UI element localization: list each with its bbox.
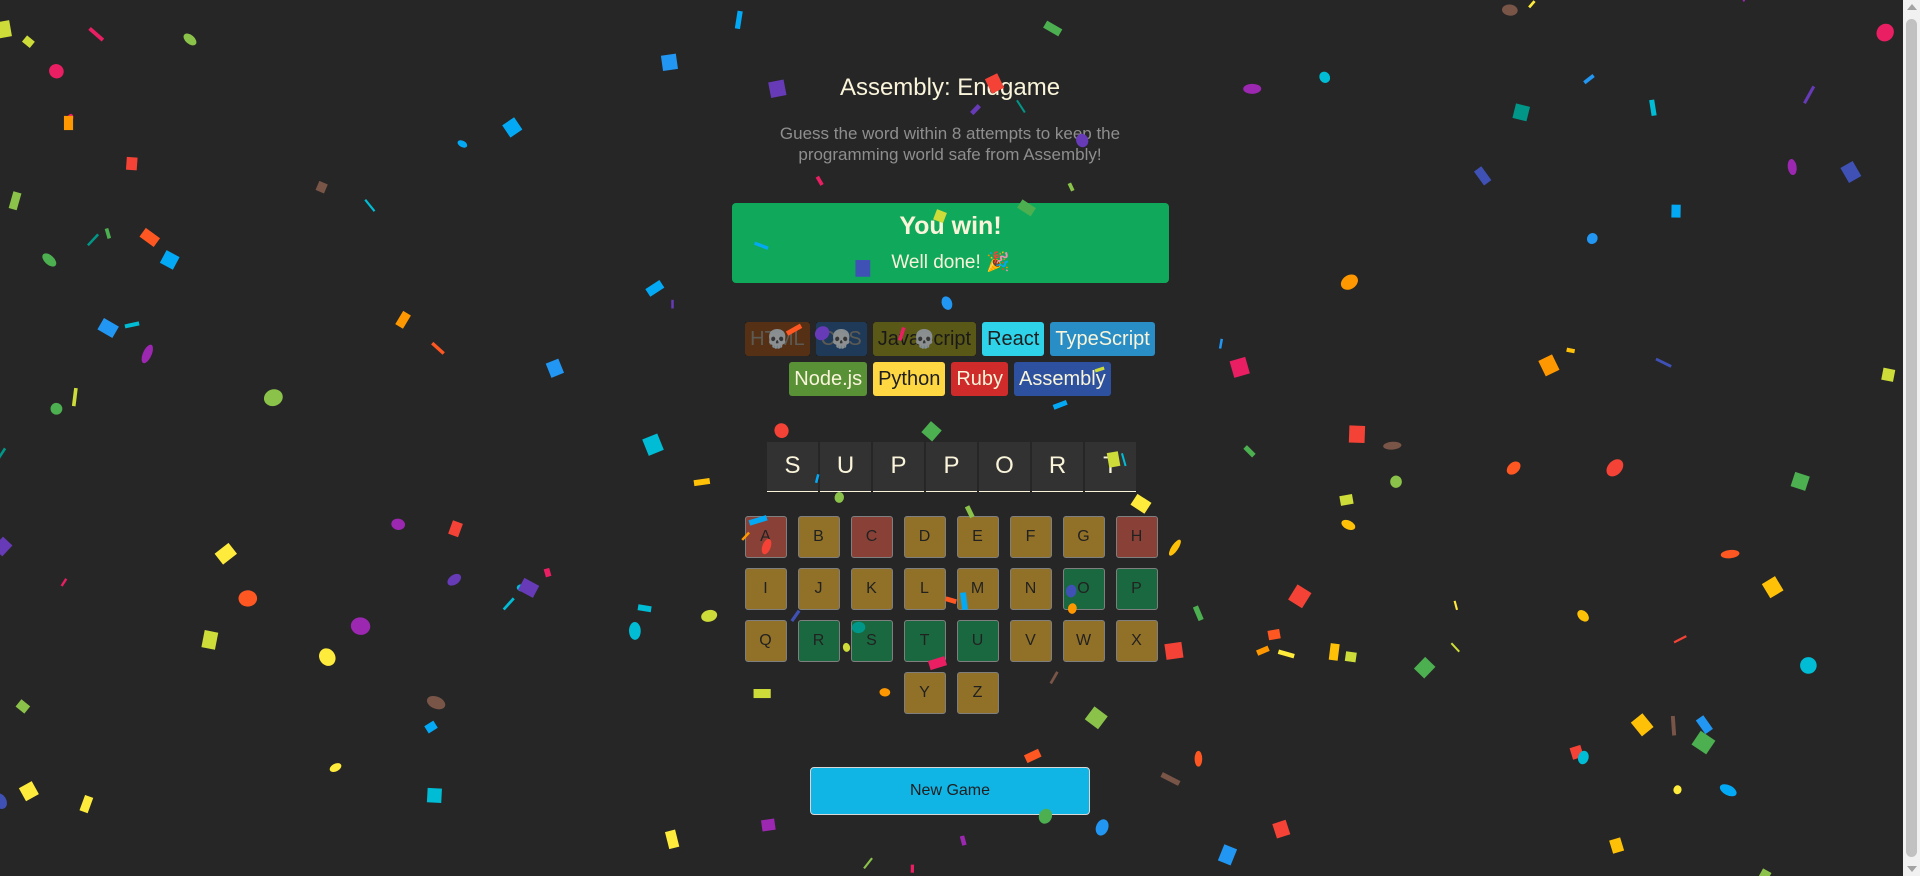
key-s[interactable]: S xyxy=(850,620,893,662)
word-letter: P xyxy=(873,442,924,492)
key-v[interactable]: V xyxy=(1009,620,1052,662)
key-g[interactable]: G xyxy=(1062,516,1105,558)
vertical-scrollbar[interactable] xyxy=(1903,0,1920,876)
key-r[interactable]: R xyxy=(797,620,840,662)
key-n[interactable]: N xyxy=(1009,568,1052,610)
language-chip: CSS 💀 xyxy=(815,322,867,356)
key-z[interactable]: Z xyxy=(956,672,999,714)
skull-icon: 💀 xyxy=(872,322,977,356)
language-chip: TypeScript xyxy=(1050,322,1155,356)
scroll-down-arrow-icon[interactable] xyxy=(1907,866,1917,872)
word-letter: T xyxy=(1085,442,1136,492)
language-chip: Ruby xyxy=(951,362,1009,396)
key-w[interactable]: W xyxy=(1062,620,1105,662)
language-chip-label: Node.js xyxy=(794,368,863,390)
language-chip-label: Ruby xyxy=(956,368,1004,390)
word-letter: U xyxy=(820,442,871,492)
word-letter: P xyxy=(926,442,977,492)
game-status-banner: You win! Well done! 🎉 xyxy=(732,203,1169,283)
language-chip-label: React xyxy=(987,328,1040,350)
scroll-up-arrow-icon[interactable] xyxy=(1907,4,1917,10)
key-t[interactable]: T xyxy=(903,620,946,662)
status-message: Well done! 🎉 xyxy=(891,252,1010,273)
keyboard: ABCDEFGH IJKLMNOP QRSTUVWX YZ xyxy=(738,516,1164,714)
key-b[interactable]: B xyxy=(797,516,840,558)
key-a[interactable]: A xyxy=(744,516,787,558)
language-chip: JavaScript 💀 xyxy=(872,322,977,356)
language-chip-label: Python xyxy=(878,368,941,390)
word-letter: S xyxy=(767,442,818,492)
key-h[interactable]: H xyxy=(1115,516,1158,558)
page-subtitle: Guess the word within 8 attempts to keep… xyxy=(779,124,1121,164)
key-j[interactable]: J xyxy=(797,568,840,610)
new-game-button[interactable]: New Game xyxy=(810,767,1090,815)
language-chip: HTML 💀 xyxy=(745,322,810,356)
language-chips: HTML 💀 CSS 💀 JavaScript 💀 React TypeScript Node.… xyxy=(720,322,1180,396)
skull-icon: 💀 xyxy=(815,322,867,356)
scrollbar-thumb[interactable] xyxy=(1906,19,1917,857)
skull-icon: 💀 xyxy=(745,322,810,356)
key-d[interactable]: D xyxy=(903,516,946,558)
key-c[interactable]: C xyxy=(850,516,893,558)
key-l[interactable]: L xyxy=(903,568,946,610)
language-chip-label: TypeScript xyxy=(1055,328,1150,350)
word-letter: O xyxy=(979,442,1030,492)
key-e[interactable]: E xyxy=(956,516,999,558)
key-q[interactable]: Q xyxy=(744,620,787,662)
key-o[interactable]: O xyxy=(1062,568,1105,610)
key-y[interactable]: Y xyxy=(903,672,946,714)
language-chip: Python xyxy=(873,362,946,396)
page-title: Assembly: Endgame xyxy=(839,74,1061,101)
game-page: Assembly: Endgame Guess the word within … xyxy=(0,0,1900,876)
key-x[interactable]: X xyxy=(1115,620,1158,662)
key-p[interactable]: P xyxy=(1115,568,1158,610)
word-display: SUPPORT xyxy=(767,442,1136,492)
language-chip: Assembly xyxy=(1014,362,1111,396)
key-i[interactable]: I xyxy=(744,568,787,610)
status-heading: You win! xyxy=(899,212,1002,240)
key-m[interactable]: M xyxy=(956,568,999,610)
language-chip: React xyxy=(982,322,1045,356)
key-f[interactable]: F xyxy=(1009,516,1052,558)
word-letter: R xyxy=(1032,442,1083,492)
language-chip-label: Assembly xyxy=(1019,368,1106,390)
key-k[interactable]: K xyxy=(850,568,893,610)
language-chip: Node.js xyxy=(789,362,868,396)
key-u[interactable]: U xyxy=(956,620,999,662)
